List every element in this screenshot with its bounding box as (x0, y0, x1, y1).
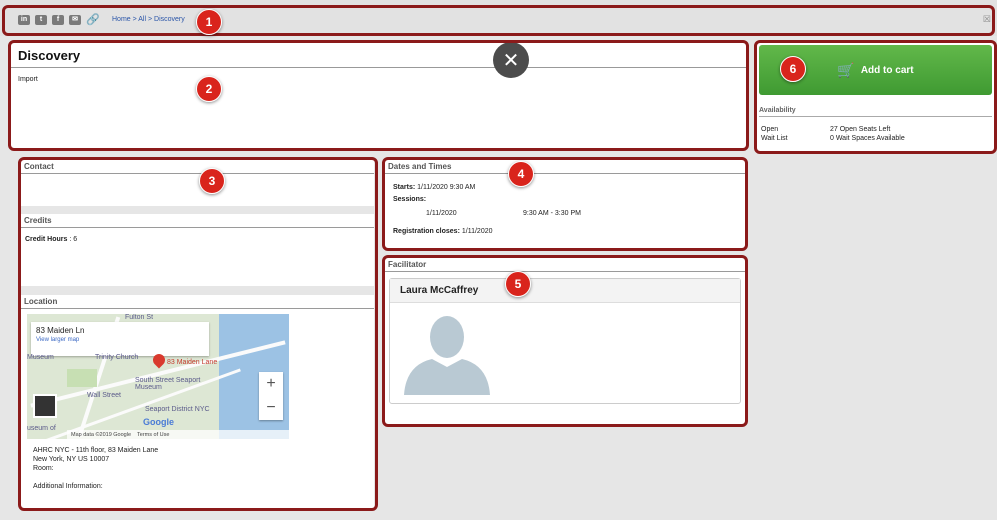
highlight-frame-3 (18, 157, 378, 511)
highlight-frame-5 (382, 255, 748, 427)
step-badge-1: 1 (196, 9, 222, 35)
highlight-frame-4 (382, 157, 748, 251)
step-badge-5: 5 (505, 271, 531, 297)
highlight-frame-1 (2, 5, 995, 36)
step-badge-3: 3 (199, 168, 225, 194)
step-badge-6: 6 (780, 56, 806, 82)
step-badge-4: 4 (508, 161, 534, 187)
highlight-frame-2 (8, 40, 749, 151)
step-badge-2: 2 (196, 76, 222, 102)
